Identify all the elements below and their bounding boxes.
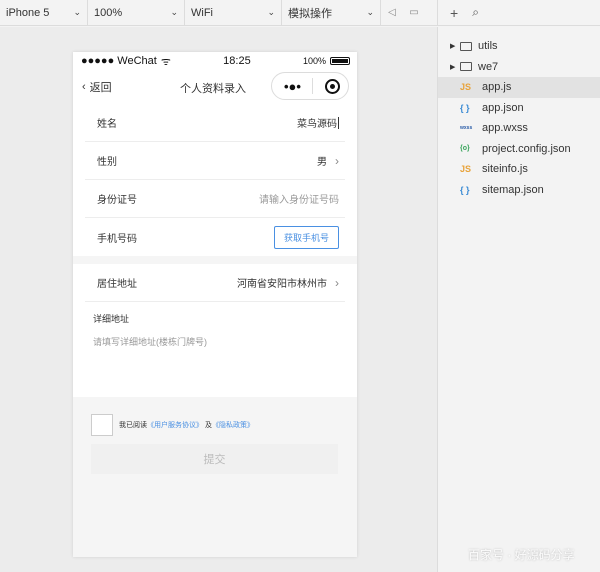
back-button[interactable]: ‹ 返回: [82, 79, 112, 95]
file-name: project.config.json: [482, 142, 571, 155]
folder-icon: [460, 62, 472, 72]
name-value: 菜鸟源码: [297, 119, 337, 130]
wxss-file-icon: wxss: [460, 125, 473, 132]
js-file-icon: JS: [460, 164, 472, 175]
address-label: 居住地址: [97, 279, 137, 290]
zoom-select[interactable]: 100% ⌄: [88, 0, 185, 26]
carrier-label: ●●●●● WeChat: [81, 55, 157, 67]
capsule-divider: [312, 78, 314, 94]
file-name: app.json: [482, 101, 524, 114]
status-bar: ●●●●● WeChat ᯤ 18:25 100%: [73, 52, 357, 70]
agreement-and: 及: [204, 422, 212, 429]
service-agreement-link[interactable]: 《用户服务协议》: [147, 422, 203, 429]
folder-utils[interactable]: ▶ utils: [438, 36, 600, 57]
text-cursor: [338, 116, 339, 129]
phone-row: 手机号码 获取手机号: [85, 218, 345, 256]
gender-label: 性别: [97, 157, 117, 168]
file-siteinfo-js[interactable]: JS siteinfo.js: [438, 159, 600, 180]
id-number-label: 身份证号: [97, 195, 137, 206]
chevron-right-icon: ›: [335, 275, 339, 290]
expand-triangle-icon: ▶: [450, 63, 456, 71]
js-file-icon: JS: [460, 82, 472, 93]
config-file-icon: {o}: [460, 145, 470, 153]
submit-button[interactable]: 提交: [91, 444, 338, 474]
phone-screen: ●●●●● WeChat ᯤ 18:25 100% ‹ 返回 个人资料录入 •●…: [73, 52, 357, 557]
agreement-row: 我已阅读《用户服务协议》 及《隐私政策》: [91, 414, 338, 436]
folder-we7[interactable]: ▶ we7: [438, 57, 600, 78]
file-name: sitemap.json: [482, 183, 544, 196]
file-sitemap-json[interactable]: { } sitemap.json: [438, 180, 600, 201]
chevron-right-icon: ›: [335, 153, 339, 168]
name-label: 姓名: [97, 119, 117, 130]
file-name: app.js: [482, 81, 512, 94]
phone-label: 手机号码: [97, 233, 137, 245]
agreement-checkbox[interactable]: [91, 414, 113, 436]
detail-address-section: 详细地址 请填写详细地址(楼栋门牌号): [73, 302, 357, 397]
file-name: siteinfo.js: [482, 163, 528, 176]
file-name: utils: [478, 40, 498, 53]
battery-percent: 100%: [302, 56, 326, 66]
detail-address-textarea[interactable]: 请填写详细地址(楼栋门牌号): [93, 335, 345, 348]
id-number-row: 身份证号 请输入身份证号码: [85, 180, 345, 218]
section-divider: [73, 256, 357, 264]
chevron-down-icon: ⌄: [170, 7, 178, 17]
json-file-icon: { }: [460, 102, 470, 113]
mode-select-value: 模拟操作: [288, 7, 332, 20]
privacy-policy-link[interactable]: 《隐私政策》: [212, 422, 254, 429]
battery-icon: [330, 57, 350, 65]
gender-row[interactable]: 性别 男 ›: [85, 142, 345, 180]
chevron-left-icon: ‹: [82, 81, 86, 93]
file-app-json[interactable]: { } app.json: [438, 98, 600, 119]
simulator-area: ●●●●● WeChat ᯤ 18:25 100% ‹ 返回 个人资料录入 •●…: [0, 27, 437, 572]
back-label: 返回: [89, 82, 112, 94]
file-explorer: ▶ utils ▶ we7 JS app.js { } app.json wxs…: [437, 27, 600, 572]
search-icon[interactable]: ⌕: [472, 5, 479, 20]
file-name: app.wxss: [482, 122, 528, 135]
more-options-icon[interactable]: •●•: [284, 79, 301, 94]
expand-triangle-icon: ▶: [450, 43, 456, 51]
file-explorer-toolbar: + ⌕: [437, 0, 600, 26]
address-value: 河南省安阳市林州市: [237, 279, 327, 290]
zoom-select-value: 100%: [94, 6, 123, 19]
status-time: 18:25: [223, 55, 251, 67]
menu-capsule: •●•: [271, 72, 349, 100]
footer-area: 我已阅读《用户服务协议》 及《隐私政策》 提交: [73, 397, 357, 557]
file-app-js[interactable]: JS app.js: [438, 77, 600, 98]
page-title: 个人资料录入: [180, 83, 246, 95]
close-miniprogram-icon[interactable]: [325, 78, 340, 94]
device-select-value: iPhone 5: [6, 6, 50, 19]
mode-select[interactable]: 模拟操作 ⌄: [282, 0, 381, 26]
watermark: 百家号 · 好源码分享: [468, 548, 575, 562]
network-select-value: WiFi: [191, 6, 213, 19]
gender-value: 男: [317, 157, 327, 168]
id-number-input[interactable]: 请输入身份证号码: [259, 191, 339, 206]
plus-icon[interactable]: +: [450, 5, 458, 21]
wifi-icon: ᯤ: [160, 55, 171, 68]
file-app-wxss[interactable]: wxss app.wxss: [438, 118, 600, 139]
name-input[interactable]: 菜鸟源码: [297, 115, 339, 130]
file-name: we7: [478, 60, 499, 73]
detail-address-label: 详细地址: [93, 314, 130, 324]
navigation-bar: ‹ 返回 个人资料录入 •●•: [73, 70, 357, 104]
name-row: 姓名 菜鸟源码: [85, 104, 345, 142]
chevron-down-icon: ⌄: [366, 7, 374, 17]
get-phone-button[interactable]: 获取手机号: [273, 225, 339, 249]
device-select[interactable]: iPhone 5 ⌄: [0, 0, 88, 26]
file-project-config[interactable]: {o} project.config.json: [438, 139, 600, 160]
simulator-toolbar: iPhone 5 ⌄ 100% ⌄ WiFi ⌄ 模拟操作 ⌄ ◁ ▭: [0, 0, 437, 26]
window-icon[interactable]: ▭: [403, 0, 425, 26]
folder-icon: [460, 41, 472, 51]
mute-icon[interactable]: ◁: [381, 0, 403, 26]
address-row[interactable]: 居住地址 河南省安阳市林州市 ›: [85, 264, 345, 302]
json-file-icon: { }: [460, 184, 470, 195]
chevron-down-icon: ⌄: [73, 7, 81, 17]
network-select[interactable]: WiFi ⌄: [185, 0, 282, 26]
chevron-down-icon: ⌄: [267, 7, 275, 17]
agreement-prefix: 我已阅读: [119, 422, 147, 429]
